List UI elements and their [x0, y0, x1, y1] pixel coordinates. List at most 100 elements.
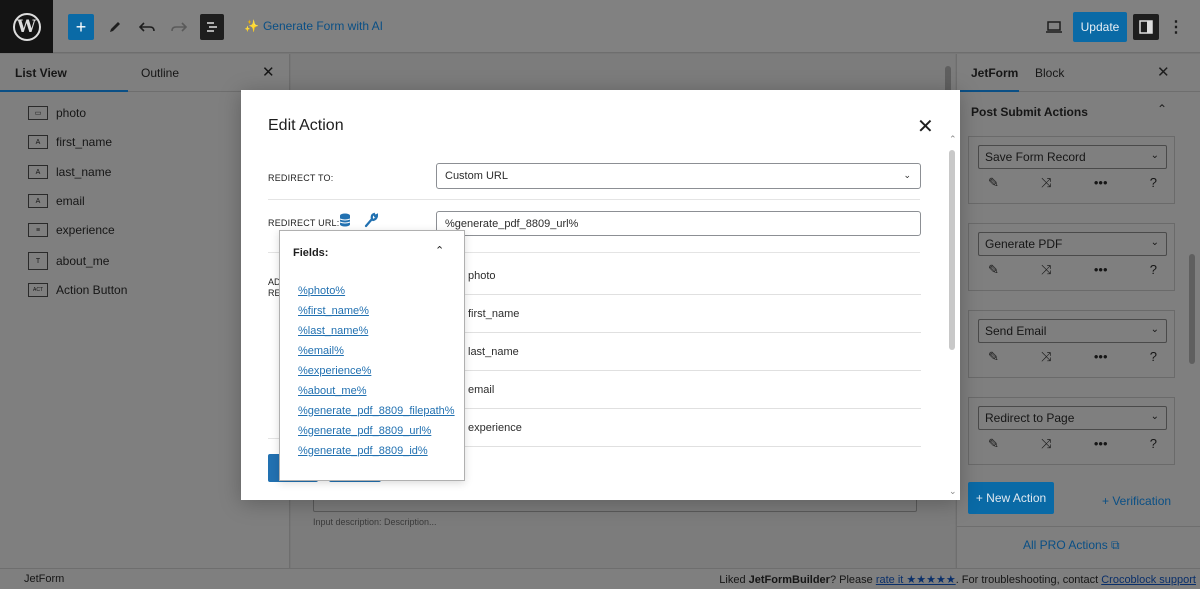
more-dots-icon[interactable]: •••: [1094, 175, 1108, 191]
list-item-email[interactable]: A email: [28, 194, 85, 208]
field-macro-link[interactable]: %photo%: [298, 285, 345, 297]
shuffle-icon[interactable]: ⤨: [1041, 436, 1051, 452]
pencil-icon: [110, 22, 120, 32]
help-icon[interactable]: ?: [1150, 436, 1157, 452]
list-item-first-name[interactable]: A first_name: [28, 135, 112, 149]
shuffle-icon[interactable]: ⤨: [1041, 349, 1051, 365]
edit-pencil-icon[interactable]: ✎: [988, 262, 999, 278]
list-item-action-button[interactable]: ACT Action Button: [28, 283, 127, 297]
query-field-row[interactable]: last_name: [436, 333, 921, 371]
field-macro-link[interactable]: %generate_pdf_8809_id%: [298, 445, 428, 457]
close-icon[interactable]: ✕: [917, 114, 934, 139]
generate-form-ai-label: Generate Form with AI: [262, 19, 383, 33]
close-sidebar-button[interactable]: ✕: [1157, 63, 1170, 81]
query-field-row[interactable]: photo: [436, 257, 921, 295]
field-macro-link[interactable]: %generate_pdf_8809_filepath%: [298, 405, 455, 417]
generate-form-ai-button[interactable]: ✨ Generate Form with AI: [244, 19, 383, 33]
footer-note: Liked JetFormBuilder? Please rate it ★★★…: [719, 573, 1196, 586]
more-dots-icon[interactable]: •••: [1094, 262, 1108, 278]
list-item-last-name[interactable]: A last_name: [28, 165, 111, 179]
chevron-up-icon[interactable]: ⌃: [1157, 102, 1167, 116]
preview-button[interactable]: [1042, 14, 1066, 40]
shuffle-icon[interactable]: ⤨: [1041, 175, 1051, 191]
query-field-row[interactable]: email: [436, 371, 921, 409]
modal-scrollbar[interactable]: [949, 150, 955, 350]
field-macro-link[interactable]: %about_me%: [298, 385, 367, 397]
shuffle-icon[interactable]: ⤨: [1041, 262, 1051, 278]
undo-icon: [139, 22, 155, 32]
list-item-experience[interactable]: ≡ experience: [28, 223, 115, 237]
edit-tool-button[interactable]: [104, 14, 126, 40]
chevron-down-icon: ⌄: [1150, 324, 1159, 335]
more-dots-icon[interactable]: •••: [1094, 436, 1108, 452]
edit-pencil-icon[interactable]: ✎: [988, 436, 999, 452]
field-macro-link[interactable]: %email%: [298, 345, 344, 357]
new-action-button[interactable]: + New Action: [968, 482, 1054, 514]
all-pro-actions-link[interactable]: All PRO Actions ⧉: [1023, 538, 1120, 553]
more-options-button[interactable]: ⋮: [1168, 14, 1184, 40]
tab-outline[interactable]: Outline: [141, 66, 179, 80]
query-field-row[interactable]: first_name: [436, 295, 921, 333]
field-macro-link[interactable]: %experience%: [298, 365, 371, 377]
footer-text: Liked: [719, 574, 749, 586]
field-macro-link[interactable]: %generate_pdf_8809_url%: [298, 425, 431, 437]
settings-sidebar-toggle[interactable]: [1133, 14, 1159, 40]
field-macro-link[interactable]: %first_name%: [298, 305, 369, 317]
tab-block[interactable]: Block: [1035, 66, 1064, 80]
redirect-to-select[interactable]: Custom URL ⌄: [436, 163, 921, 189]
image-field-icon: ▭: [28, 106, 48, 120]
select-field-icon: ≡: [28, 223, 48, 237]
verification-button[interactable]: + Verification: [1102, 494, 1171, 508]
fields-popover-title: Fields:: [293, 247, 329, 259]
sidebar-tabs: JetForm Block ✕: [957, 54, 1200, 92]
tab-jetform[interactable]: JetForm: [971, 66, 1018, 80]
footer-breadcrumb[interactable]: JetForm: [24, 573, 64, 585]
list-item-label: first_name: [56, 135, 113, 149]
redirect-url-input[interactable]: %generate_pdf_8809_url%: [436, 211, 921, 236]
field-macro-link[interactable]: %last_name%: [298, 325, 368, 337]
document-overview-button[interactable]: [200, 14, 224, 40]
action-type-select[interactable]: Save Form Record ⌄: [978, 145, 1167, 169]
action-card: Save Form Record ⌄ ✎ ⤨ ••• ?: [968, 136, 1175, 204]
query-field-row[interactable]: experience: [436, 409, 921, 447]
action-type-select[interactable]: Generate PDF ⌄: [978, 232, 1167, 256]
help-icon[interactable]: ?: [1150, 349, 1157, 365]
sidebar-scrollbar[interactable]: [1189, 254, 1195, 364]
settings-sidebar: JetForm Block ✕ Post Submit Actions ⌃ Sa…: [956, 54, 1200, 568]
help-icon[interactable]: ?: [1150, 175, 1157, 191]
footer-bar: JetForm Liked JetFormBuilder? Please rat…: [0, 568, 1200, 589]
redirect-url-label: REDIRECT URL:: [268, 218, 340, 228]
update-button[interactable]: Update: [1073, 12, 1127, 42]
active-tab-indicator: [0, 90, 128, 92]
help-icon[interactable]: ?: [1150, 262, 1157, 278]
sparkle-icon: ✨: [244, 19, 259, 33]
tab-list-view[interactable]: List View: [15, 66, 67, 80]
chevron-up-icon[interactable]: ⌃: [435, 244, 444, 257]
redo-icon: [171, 22, 187, 32]
rate-it-link[interactable]: rate it ★★★★★: [876, 574, 956, 586]
wordpress-logo-button[interactable]: W: [0, 0, 53, 53]
redirect-url-value: %generate_pdf_8809_url%: [445, 217, 579, 230]
support-link[interactable]: Crocoblock support: [1101, 574, 1196, 586]
action-type-select[interactable]: Redirect to Page ⌄: [978, 406, 1167, 430]
scroll-down-arrow[interactable]: ⌄: [949, 486, 957, 497]
close-list-view-button[interactable]: ✕: [262, 63, 275, 81]
undo-button[interactable]: [136, 14, 158, 40]
scroll-up-arrow[interactable]: ⌃: [949, 134, 957, 145]
action-button-icon: ACT: [28, 283, 48, 297]
wrench-icon[interactable]: [364, 212, 379, 228]
chevron-down-icon: ⌄: [903, 170, 911, 180]
edit-pencil-icon[interactable]: ✎: [988, 175, 999, 191]
add-block-button[interactable]: +: [68, 14, 94, 40]
edit-pencil-icon[interactable]: ✎: [988, 349, 999, 365]
list-item-photo[interactable]: ▭ photo: [28, 106, 86, 120]
more-dots-icon[interactable]: •••: [1094, 349, 1108, 365]
action-type-select[interactable]: Send Email ⌄: [978, 319, 1167, 343]
query-field-label: first_name: [468, 307, 520, 320]
external-link-icon: ⧉: [1111, 538, 1120, 552]
list-item-about-me[interactable]: T about_me: [28, 252, 109, 270]
action-icons: ✎ ⤨ ••• ?: [978, 262, 1167, 278]
list-icon: [207, 22, 217, 32]
database-icon[interactable]: [339, 213, 351, 227]
redo-button[interactable]: [168, 14, 190, 40]
